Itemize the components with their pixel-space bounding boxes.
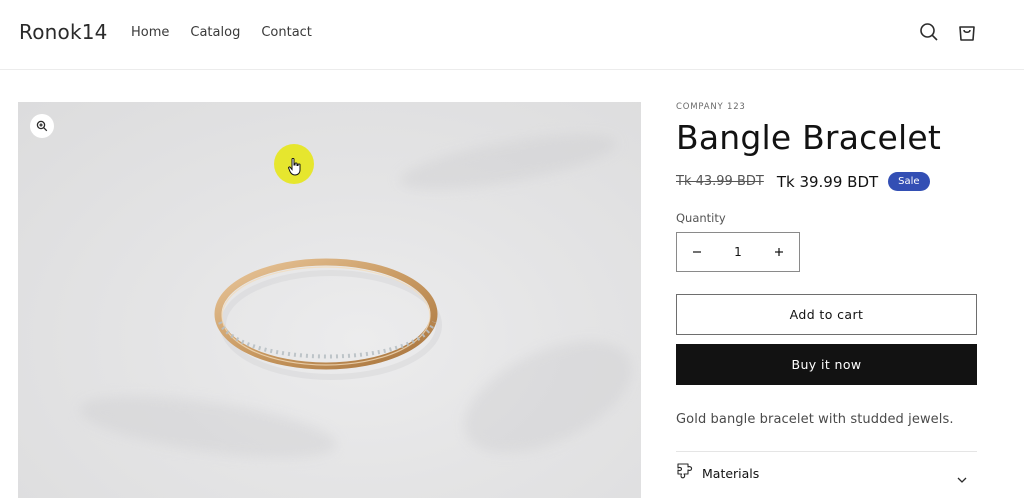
materials-accordion[interactable]: Materials xyxy=(676,452,977,494)
price-row: Tk 43.99 BDT Tk 39.99 BDT Sale xyxy=(676,172,977,192)
marble-texture xyxy=(447,318,641,476)
quantity-stepper xyxy=(676,232,800,273)
site-logo[interactable]: Ronok14 xyxy=(19,20,108,44)
chevron-down-icon xyxy=(957,468,967,487)
quantity-increase-button[interactable] xyxy=(759,233,799,271)
add-to-cart-button[interactable]: Add to cart xyxy=(676,294,977,336)
site-header: Ronok14 Home Catalog Contact xyxy=(0,0,1024,70)
cart-icon[interactable] xyxy=(955,20,979,44)
quantity-decrease-button[interactable] xyxy=(677,233,717,271)
search-icon[interactable] xyxy=(917,20,941,44)
product-description: Gold bangle bracelet with studded jewels… xyxy=(676,412,954,428)
product-info: COMPANY 123 Bangle Bracelet Tk 43.99 BDT… xyxy=(676,100,977,494)
compare-price: Tk 43.99 BDT xyxy=(676,174,764,190)
product-title: Bangle Bracelet xyxy=(676,118,941,157)
materials-icon xyxy=(676,462,694,484)
nav-contact[interactable]: Contact xyxy=(261,25,312,40)
bangle-bracelet-image xyxy=(214,258,442,380)
sale-price: Tk 39.99 BDT xyxy=(776,172,879,191)
buy-now-button[interactable]: Buy it now xyxy=(676,344,977,386)
quantity-input[interactable] xyxy=(718,245,758,260)
quantity-label: Quantity xyxy=(676,211,726,226)
materials-label: Materials xyxy=(702,465,760,481)
nav-catalog[interactable]: Catalog xyxy=(190,25,240,40)
marble-texture xyxy=(396,123,620,201)
sale-badge: Sale xyxy=(888,172,930,192)
main-nav: Home Catalog Contact xyxy=(131,25,333,40)
marble-texture xyxy=(75,384,341,470)
plus-icon xyxy=(775,248,783,257)
pointer-cursor-icon xyxy=(288,157,302,180)
zoom-icon[interactable] xyxy=(30,114,54,138)
nav-home[interactable]: Home xyxy=(131,25,169,40)
minus-icon xyxy=(693,251,701,253)
product-vendor: COMPANY 123 xyxy=(676,102,746,112)
product-image xyxy=(18,102,641,498)
